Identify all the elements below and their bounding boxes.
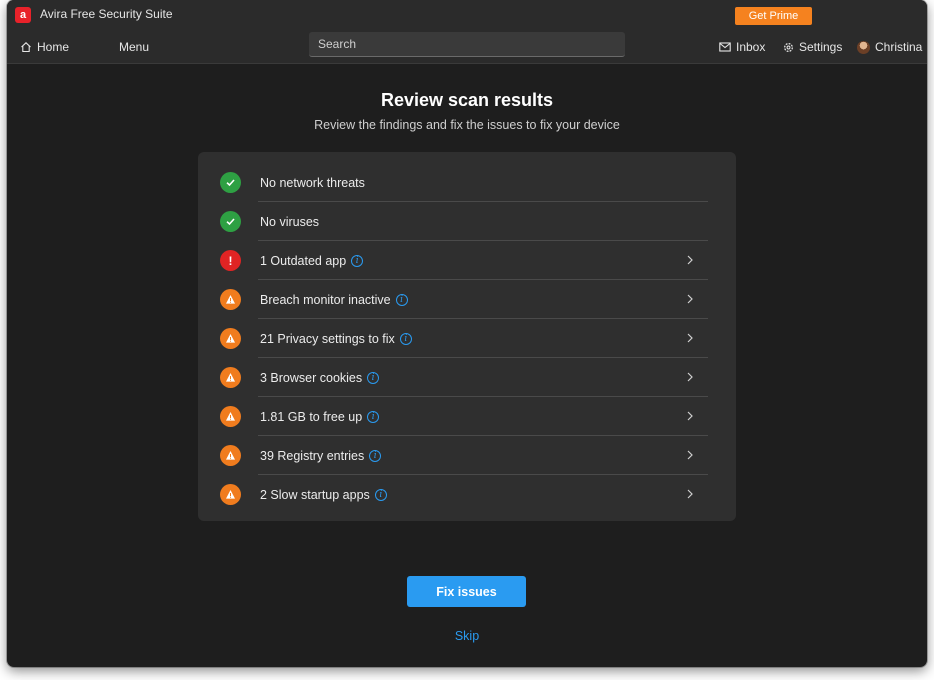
user-name: Christina xyxy=(875,40,923,54)
page-subtitle: Review the findings and fix the issues t… xyxy=(314,118,620,132)
title-bar: a Avira Free Security Suite Get Prime xyxy=(7,0,927,30)
warning-icon xyxy=(220,484,241,505)
chevron-right-icon xyxy=(687,372,693,382)
top-navigation: Home Menu Inbox Settings Christina xyxy=(7,30,927,64)
nav-settings-label: Settings xyxy=(799,40,843,54)
nav-user-profile[interactable]: Christina xyxy=(857,38,922,56)
scan-results-panel: No network threats No viruses ! 1 Outdat… xyxy=(198,152,736,521)
skip-link[interactable]: Skip xyxy=(455,629,479,643)
chevron-right-icon xyxy=(687,489,693,499)
result-label: 1 Outdated app xyxy=(260,253,347,268)
warning-icon xyxy=(220,289,241,310)
chevron-right-icon xyxy=(687,294,693,304)
result-row: No viruses xyxy=(220,202,708,241)
warning-icon xyxy=(220,367,241,388)
result-row-registry-entries[interactable]: 39 Registry entries i xyxy=(220,436,708,475)
result-row: No network threats xyxy=(220,163,708,202)
info-icon[interactable]: i xyxy=(367,410,380,423)
result-row-privacy-settings[interactable]: 21 Privacy settings to fix i xyxy=(220,319,708,358)
app-title: Avira Free Security Suite xyxy=(40,7,173,21)
checkmark-icon xyxy=(220,172,241,193)
result-label: 2 Slow startup apps xyxy=(260,487,370,502)
result-label: 39 Registry entries xyxy=(260,448,365,463)
app-window: a Avira Free Security Suite Get Prime Ho… xyxy=(7,0,927,667)
result-row-breach-monitor[interactable]: Breach monitor inactive i xyxy=(220,280,708,319)
chevron-right-icon xyxy=(687,333,693,343)
checkmark-icon xyxy=(220,211,241,232)
result-label: No network threats xyxy=(260,175,365,190)
page-title: Review scan results xyxy=(380,90,554,110)
info-icon[interactable]: i xyxy=(395,293,408,306)
result-label: 21 Privacy settings to fix xyxy=(260,331,395,346)
result-row-free-up-space[interactable]: 1.81 GB to free up i xyxy=(220,397,708,436)
fix-issues-button[interactable]: Fix issues xyxy=(407,576,526,607)
avatar xyxy=(857,40,870,54)
result-label: 3 Browser cookies xyxy=(260,370,363,385)
result-label: 1.81 GB to free up xyxy=(260,409,363,424)
avira-logo-icon: a xyxy=(15,7,31,23)
result-row-startup-apps[interactable]: 2 Slow startup apps i xyxy=(220,475,708,514)
warning-icon xyxy=(220,406,241,427)
chevron-right-icon xyxy=(687,411,693,421)
warning-icon xyxy=(220,445,241,466)
nav-menu-label: Menu xyxy=(119,40,150,54)
result-row-browser-cookies[interactable]: 3 Browser cookies i xyxy=(220,358,708,397)
gear-icon xyxy=(784,42,793,52)
get-prime-button[interactable]: Get Prime xyxy=(735,7,812,25)
mail-icon xyxy=(719,42,731,52)
exclamation-icon: ! xyxy=(220,250,241,271)
nav-inbox-label: Inbox xyxy=(736,40,766,54)
nav-home[interactable]: Home xyxy=(20,38,69,56)
info-icon[interactable]: i xyxy=(367,371,380,384)
result-label: Breach monitor inactive xyxy=(260,292,391,307)
result-row-outdated-app[interactable]: ! 1 Outdated app i xyxy=(220,241,708,280)
chevron-right-icon xyxy=(687,450,693,460)
info-icon[interactable]: i xyxy=(399,332,412,345)
nav-settings[interactable]: Settings xyxy=(783,38,842,56)
info-icon[interactable]: i xyxy=(351,254,364,267)
nav-inbox[interactable]: Inbox xyxy=(719,38,765,56)
warning-icon xyxy=(220,328,241,349)
info-icon[interactable]: i xyxy=(374,488,387,501)
info-icon[interactable]: i xyxy=(369,449,382,462)
chevron-right-icon xyxy=(687,255,693,265)
home-icon xyxy=(21,42,31,53)
nav-menu[interactable]: Menu xyxy=(119,38,149,56)
nav-home-label: Home xyxy=(37,40,70,54)
search-input[interactable] xyxy=(309,32,625,57)
result-label: No viruses xyxy=(260,214,320,229)
